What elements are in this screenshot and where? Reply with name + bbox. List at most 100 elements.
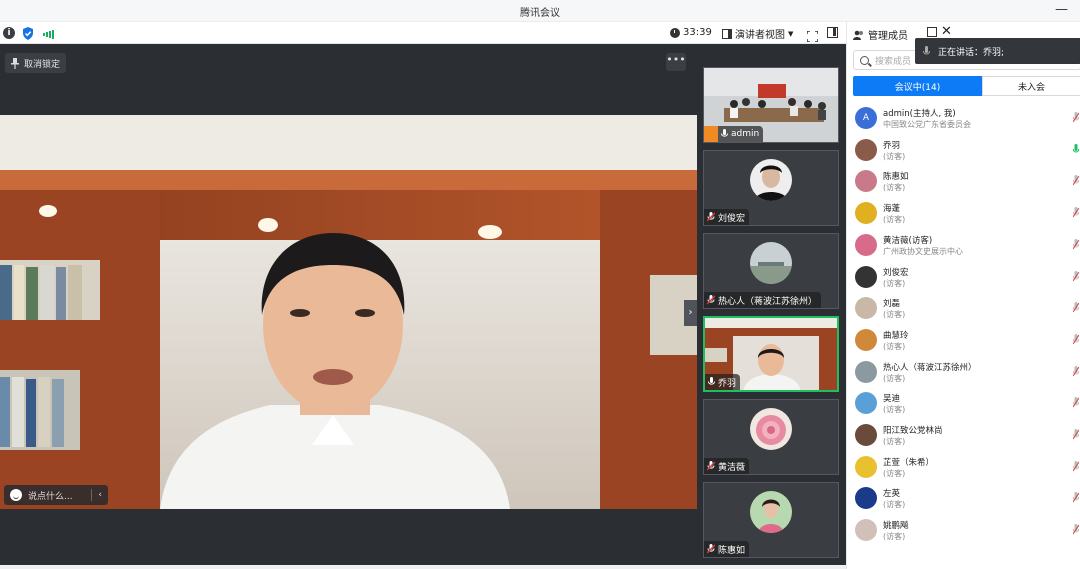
- mic-muted-icon[interactable]: [1073, 112, 1079, 123]
- member-panel: 管理成员 ✕ 搜索成员 正在讲话：乔羽; 会议中(14) 未入会 Aadmin(…: [846, 22, 1080, 569]
- member-row[interactable]: 乔羽 (访客): [847, 136, 1080, 166]
- member-row[interactable]: 陈惠如 (访客): [847, 167, 1080, 197]
- minimize-button[interactable]: —: [1055, 2, 1068, 17]
- member-name: 阳江致公党林尚: [883, 426, 943, 436]
- mic-icon: [708, 377, 715, 385]
- window-title: 腾讯会议: [520, 8, 560, 19]
- chat-placeholder: 说点什么...: [28, 491, 73, 502]
- close-icon[interactable]: ✕: [941, 24, 952, 39]
- speaking-text: 正在讲话：乔羽;: [938, 47, 1005, 58]
- member-subtitle: (访客): [883, 278, 906, 288]
- mic-icon: [923, 45, 930, 54]
- tencent-meeting-window: 腾讯会议 — i 33:39 演讲者视图 ▼ 取消锁定 ••• 说点什么... …: [0, 0, 1080, 569]
- member-subtitle: (访客): [883, 183, 906, 193]
- tab-in-meeting[interactable]: 会议中(14): [853, 76, 982, 96]
- avatar: [855, 519, 877, 542]
- main-speaker-video: [0, 115, 697, 509]
- mic-active-icon[interactable]: [1073, 143, 1079, 155]
- member-row[interactable]: 海蓬 (访客): [847, 199, 1080, 229]
- member-name: 乔羽: [883, 140, 901, 151]
- mic-muted-icon[interactable]: [1073, 492, 1079, 503]
- mic-muted-icon[interactable]: [1073, 365, 1079, 377]
- member-tabs: 会议中(14) 未入会: [853, 76, 1080, 96]
- sidebar-toggle-icon[interactable]: [827, 27, 838, 38]
- chat-collapse-button[interactable]: ‹: [91, 489, 108, 501]
- timer-text: 33:39: [683, 27, 712, 38]
- chat-input-bar[interactable]: 说点什么... ‹: [4, 485, 108, 505]
- member-name: 刘磊: [883, 299, 901, 310]
- member-row[interactable]: 热心人（蒋波江苏徐州） (访客): [847, 358, 1080, 388]
- mic-muted-icon[interactable]: [1073, 270, 1079, 282]
- thumbnail-label: 刘俊宏: [704, 209, 750, 225]
- thumbnail-active-speaker[interactable]: 乔羽: [703, 316, 839, 392]
- unpin-button[interactable]: 取消锁定: [5, 53, 67, 73]
- member-subtitle: (访客): [883, 373, 906, 383]
- member-row[interactable]: 刘俊宏 (访客): [847, 263, 1080, 293]
- member-subtitle: (访客): [883, 500, 906, 510]
- member-row[interactable]: 左英 (访客): [847, 484, 1080, 514]
- member-row[interactable]: 曲慧玲 (访客): [847, 326, 1080, 356]
- avatar: [855, 202, 877, 225]
- mic-muted-icon: [707, 295, 715, 305]
- member-name: 热心人（蒋波江苏徐州）: [883, 362, 977, 373]
- info-icon[interactable]: i: [3, 27, 15, 39]
- thumbnail-participant[interactable]: 陈惠如: [703, 482, 839, 558]
- view-layout-icon: [722, 28, 732, 39]
- avatar: [855, 265, 877, 288]
- mic-muted-icon: [707, 212, 715, 222]
- mic-muted-icon[interactable]: [1073, 524, 1079, 535]
- member-row[interactable]: 姚鹏飚 (访客): [847, 516, 1080, 546]
- member-name: 刘俊宏: [883, 267, 909, 278]
- search-placeholder: 搜索成员: [875, 56, 912, 67]
- member-row[interactable]: Aadmin(主持人, 我) 中国致公党广东省委员会: [847, 104, 1080, 134]
- thumbnail-label: 黄洁薇: [704, 458, 750, 474]
- member-name: 曲慧玲: [883, 330, 909, 341]
- chevron-down-icon: ▼: [788, 29, 794, 38]
- thumbnail-label: admin: [704, 126, 764, 142]
- member-subtitle: (访客): [883, 341, 906, 351]
- mic-muted-icon[interactable]: [1073, 302, 1079, 313]
- member-subtitle: (访客): [883, 215, 906, 225]
- thumbnail-participant[interactable]: 热心人（蒋波江苏徐州）: [703, 233, 839, 309]
- host-icon: [704, 126, 718, 142]
- signal-icon: [43, 27, 55, 41]
- member-row[interactable]: 芷萱（朱希） (访客): [847, 453, 1080, 483]
- search-icon: [860, 55, 869, 65]
- mic-muted-icon[interactable]: [1073, 429, 1079, 440]
- thumbnail-participant[interactable]: 刘俊宏: [703, 150, 839, 226]
- avatar: [855, 455, 877, 478]
- mic-muted-icon[interactable]: [1073, 460, 1079, 472]
- avatar: [855, 424, 877, 446]
- main-stage: 取消锁定 ••• 说点什么... ‹: [0, 44, 697, 565]
- more-options-button[interactable]: •••: [666, 53, 686, 71]
- mic-muted-icon[interactable]: [1073, 333, 1079, 345]
- member-row[interactable]: 黄洁薇(访客) 广州政协文史展示中心: [847, 231, 1080, 261]
- speaker-video-frame: [0, 115, 697, 509]
- member-row[interactable]: 阳江致公党林尚 (访客): [847, 421, 1080, 451]
- member-row[interactable]: 刘磊 (访客): [847, 294, 1080, 324]
- member-name: 陈惠如: [883, 172, 909, 183]
- participant-thumbnails: admin 刘俊宏 热心人（蒋波江苏徐州） 乔羽 黄洁薇 陈惠如: [697, 44, 846, 565]
- mic-muted-icon[interactable]: [1073, 238, 1079, 250]
- thumbnail-participant[interactable]: 黄洁薇: [703, 399, 839, 475]
- mic-muted-icon[interactable]: [1073, 207, 1079, 218]
- mic-muted-icon[interactable]: [1073, 175, 1079, 186]
- mic-muted-icon[interactable]: [1073, 397, 1079, 408]
- popout-icon[interactable]: [927, 27, 937, 37]
- avatar: [855, 392, 877, 415]
- member-row[interactable]: 吴迪 (访客): [847, 389, 1080, 419]
- collapse-thumbnails-button[interactable]: ›: [684, 300, 697, 326]
- mic-muted-icon: [707, 461, 715, 471]
- avatar: [855, 328, 877, 351]
- shield-icon[interactable]: [22, 26, 34, 40]
- clock-icon: [670, 27, 680, 38]
- fullscreen-icon[interactable]: [806, 27, 819, 43]
- tab-not-joined[interactable]: 未入会: [982, 76, 1080, 96]
- thumbnail-label: 乔羽: [705, 374, 741, 390]
- avatar: [750, 408, 792, 450]
- pin-icon: [11, 57, 19, 69]
- thumbnail-admin[interactable]: admin: [703, 67, 839, 143]
- emoji-icon[interactable]: [10, 489, 22, 501]
- speaker-view-button[interactable]: 演讲者视图 ▼: [722, 26, 793, 41]
- member-subtitle: 中国致公党广东省委员会: [883, 120, 971, 129]
